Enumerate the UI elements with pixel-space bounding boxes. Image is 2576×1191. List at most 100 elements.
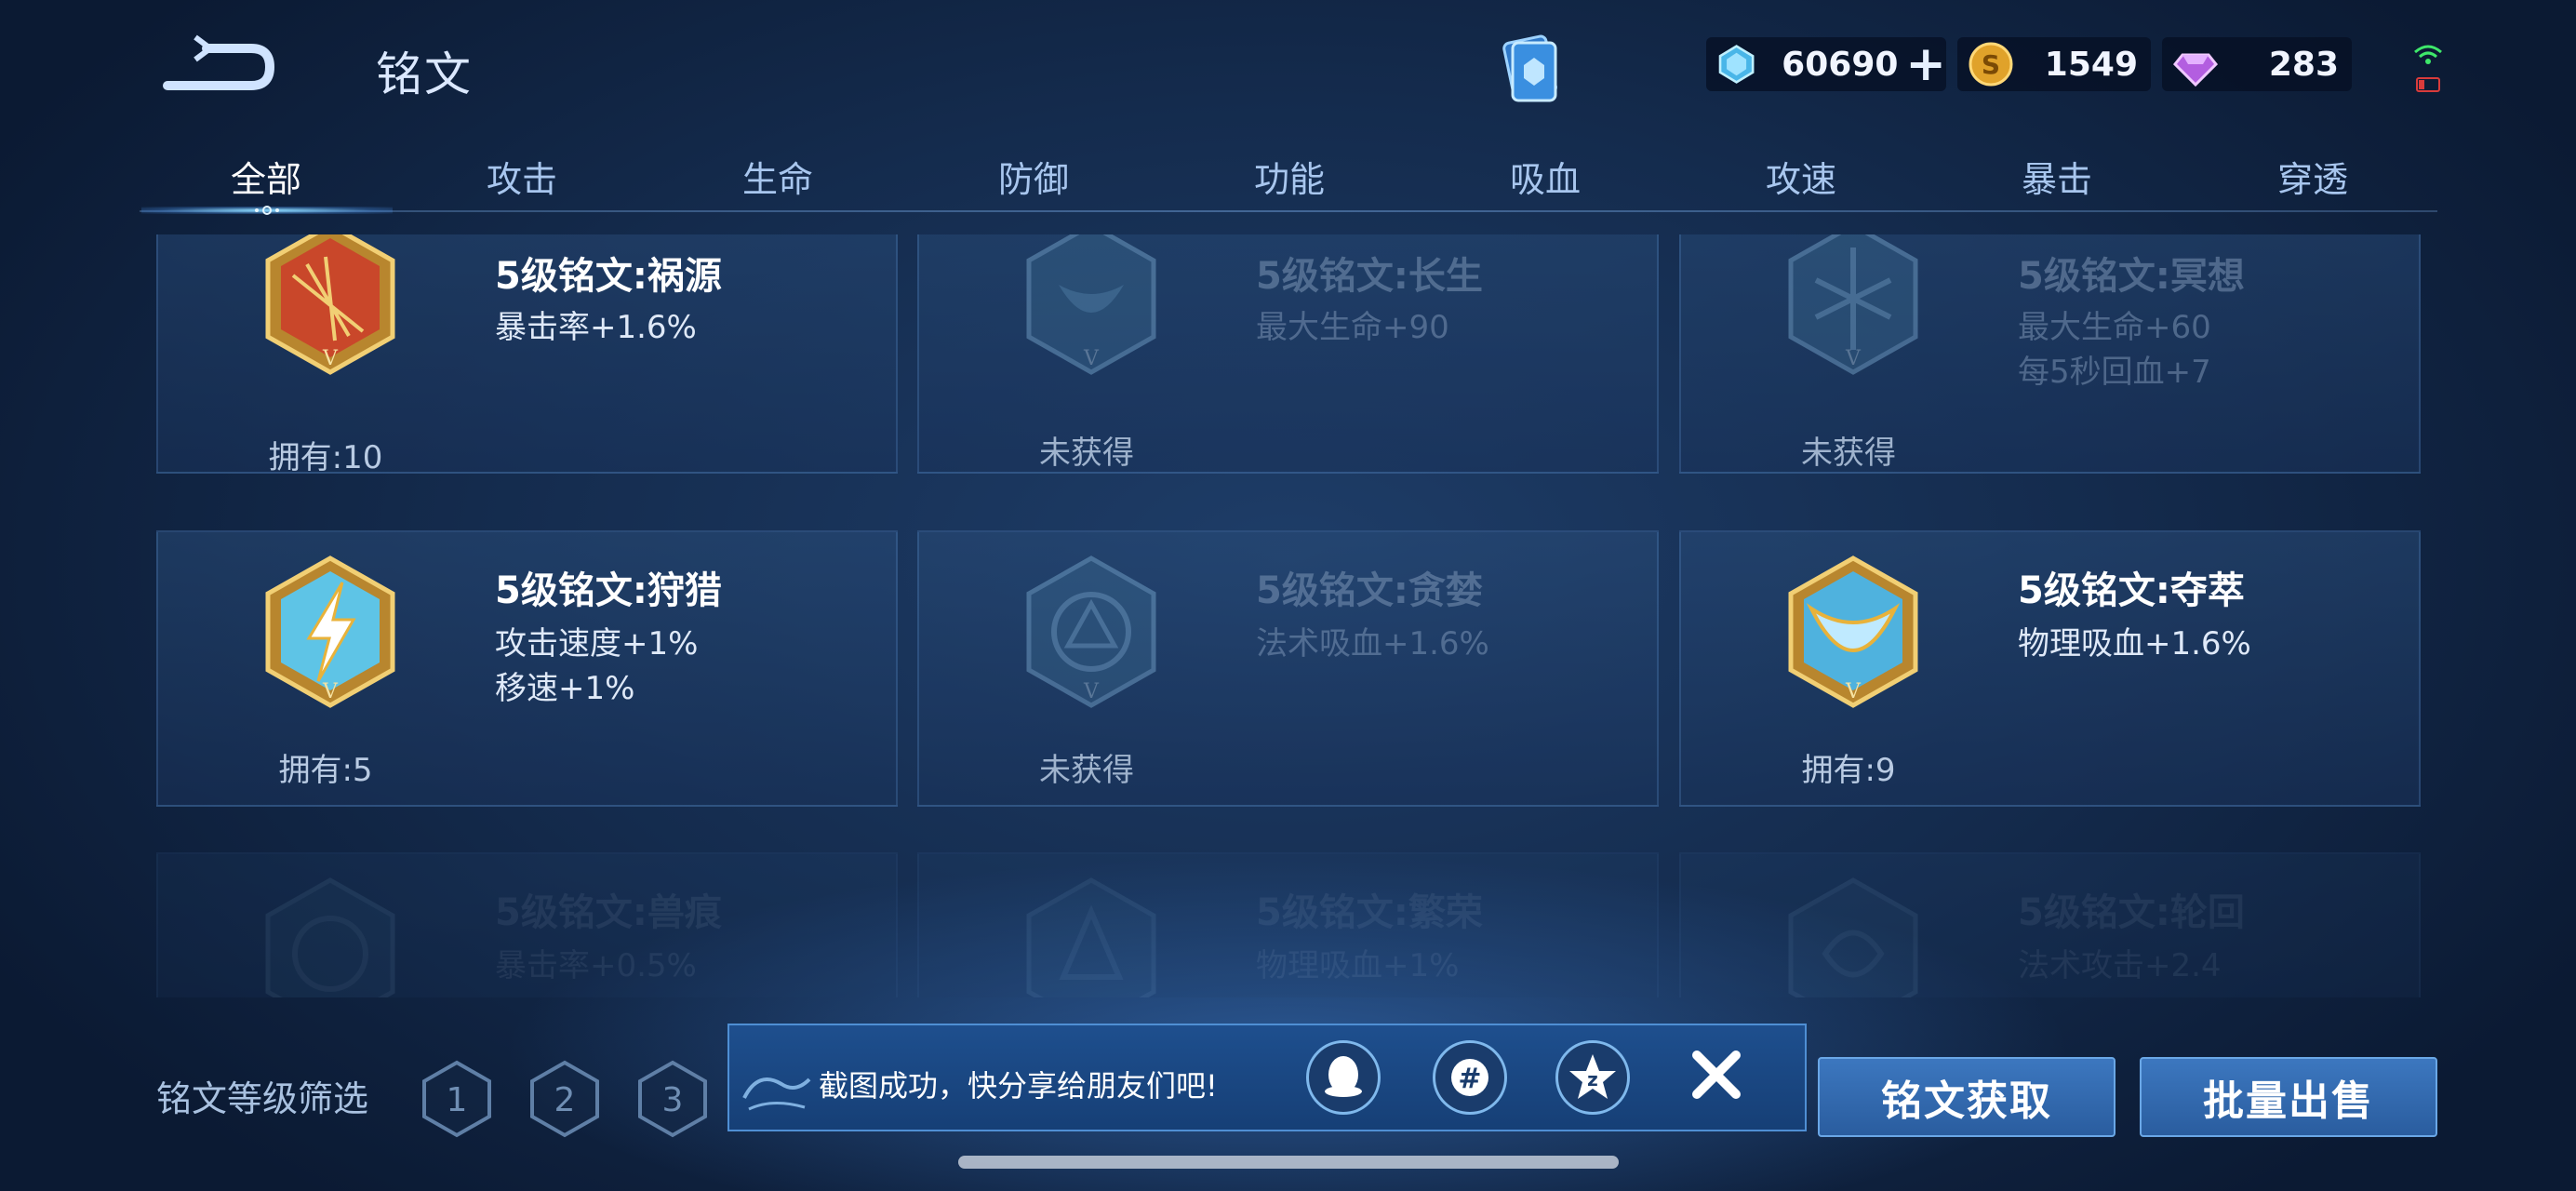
rune-name: 5级铭文:繁荣 — [1256, 891, 1483, 934]
back-arrow-icon — [163, 34, 275, 90]
svg-text:S: S — [1982, 49, 2000, 80]
tab-defense[interactable]: 防御 — [998, 151, 1069, 202]
active-tab-dots — [255, 206, 279, 215]
tab-health[interactable]: 生命 — [742, 151, 813, 202]
rune-grid: V 5级铭文:祸源 暴击率+1.6% 拥有:10 V 5级铭文:长生 最大生命+… — [156, 234, 2421, 997]
locked-rune-icon — [265, 877, 395, 997]
rune-name: 5级铭文:长生 — [1256, 255, 1483, 298]
svg-text:V: V — [322, 680, 339, 703]
status-indicator — [2409, 37, 2447, 99]
rune-stat: 暴击率+0.5% — [495, 947, 697, 984]
toast-message: 截图成功，快分享给朋友们吧! — [819, 1068, 1218, 1104]
add-gem-button[interactable]: + — [1905, 40, 1946, 88]
diamond-amount: 283 — [2268, 45, 2339, 84]
level-filter-3[interactable]: 3 — [636, 1059, 709, 1139]
locked-rune-icon: V — [1788, 234, 1918, 375]
tab-penetration[interactable]: 穿透 — [2277, 151, 2348, 202]
close-icon — [1692, 1050, 1741, 1099]
rune-stat: 每5秒回血+7 — [2018, 354, 2211, 391]
rune-card[interactable]: V 5级铭文:贪婪 法术吸血+1.6% 未获得 — [917, 530, 1659, 807]
rune-name: 5级铭文:兽痕 — [495, 891, 722, 934]
rune-card[interactable]: V 5级铭文:长生 最大生命+90 未获得 — [917, 234, 1659, 474]
level-filter-1[interactable]: 1 — [420, 1059, 493, 1139]
rune-deck-icon[interactable] — [1488, 28, 1572, 112]
rune-stat: 暴击率+1.6% — [495, 309, 697, 346]
rune-stat: 法术吸血+1.6% — [1256, 625, 1489, 662]
svg-text:2: 2 — [554, 1081, 576, 1119]
rune-stat: 物理吸血+1% — [1256, 947, 1460, 984]
rune-stat: 最大生命+60 — [2018, 309, 2211, 346]
category-tabs: 全部 攻击 生命 防御 功能 吸血 攻速 暴击 穿透 — [140, 140, 2437, 214]
locked-rune-icon: V — [1026, 555, 1156, 708]
wechat-moments-icon: # — [1451, 1059, 1488, 1096]
rune-card[interactable]: 5级铭文:繁荣 物理吸血+1% — [917, 852, 1659, 997]
rune-name: 5级铭文:狩猎 — [495, 569, 722, 612]
locked-rune-icon — [1026, 877, 1156, 997]
rune-stat: 最大生命+90 — [1256, 309, 1449, 346]
purple-diamond-icon — [2172, 53, 2219, 87]
coin-amount: 1549 — [2044, 45, 2138, 84]
coin-currency: S 1549 — [1957, 37, 2151, 91]
rune-acquire-button[interactable]: 铭文获取 — [1818, 1057, 2116, 1137]
svg-text:1: 1 — [447, 1081, 468, 1119]
rune-name: 5级铭文:祸源 — [495, 255, 722, 298]
svg-text:V: V — [1083, 347, 1100, 370]
tab-critical[interactable]: 暴击 — [2022, 151, 2092, 202]
close-toast-button[interactable] — [1684, 1042, 1749, 1107]
rune-card[interactable]: V 5级铭文:狩猎 攻击速度+1% 移速+1% 拥有:5 — [156, 530, 898, 807]
rune-card[interactable]: V 5级铭文:夺萃 物理吸血+1.6% 拥有:9 — [1679, 530, 2421, 807]
rune-stat: 攻击速度+1% — [495, 625, 699, 662]
home-indicator[interactable] — [958, 1156, 1619, 1169]
back-button[interactable] — [158, 28, 279, 102]
not-owned-label: 未获得 — [1801, 435, 1896, 472]
share-moments-button[interactable]: # — [1433, 1040, 1507, 1115]
gem-amount: 60690 — [1782, 45, 1899, 84]
share-qq-button[interactable] — [1306, 1040, 1381, 1115]
rune-stat: 物理吸血+1.6% — [2018, 625, 2251, 662]
share-qzone-button[interactable]: z — [1555, 1040, 1630, 1115]
tab-all[interactable]: 全部 — [231, 151, 301, 202]
svg-text:#: # — [1458, 1063, 1481, 1095]
svg-text:3: 3 — [662, 1081, 684, 1119]
rune-name: 5级铭文:夺萃 — [2018, 569, 2245, 612]
tab-attack[interactable]: 攻击 — [487, 151, 557, 202]
svg-text:z: z — [1587, 1068, 1598, 1091]
owned-count: 拥有:5 — [278, 752, 373, 789]
wifi-icon — [2414, 45, 2442, 92]
svg-text:V: V — [322, 347, 339, 370]
blue-rune-icon: V — [1788, 555, 1918, 708]
tab-attack-speed[interactable]: 攻速 — [1766, 151, 1836, 202]
rune-stat: 法术攻击+2.4 — [2018, 947, 2222, 984]
locked-rune-icon — [1788, 877, 1918, 997]
qq-icon — [1325, 1056, 1362, 1097]
tab-divider — [140, 210, 2437, 212]
crystal-icon — [1718, 45, 1755, 84]
tab-lifesteal[interactable]: 吸血 — [1510, 151, 1581, 202]
locked-rune-icon: V — [1026, 234, 1156, 375]
rune-card[interactable]: 5级铭文:轮回 法术攻击+2.4 — [1679, 852, 2421, 997]
gold-coin-icon: S — [1969, 42, 2013, 87]
red-rune-icon: V — [265, 234, 395, 375]
rune-name: 5级铭文:冥想 — [2018, 255, 2245, 298]
svg-text:V: V — [1845, 347, 1862, 370]
svg-text:V: V — [1845, 680, 1862, 703]
cloud-swirl-icon — [742, 1077, 811, 1111]
lightning-rune-icon: V — [265, 555, 395, 708]
gem-currency: 60690 + — [1706, 37, 1946, 91]
diamond-currency: 283 — [2162, 37, 2352, 91]
not-owned-label: 未获得 — [1039, 435, 1134, 472]
tab-utility[interactable]: 功能 — [1254, 151, 1325, 202]
qzone-icon: z — [1569, 1054, 1616, 1099]
rune-card[interactable]: V 5级铭文:冥想 最大生命+60 每5秒回血+7 未获得 — [1679, 234, 2421, 474]
rune-stat: 移速+1% — [495, 670, 635, 707]
not-owned-label: 未获得 — [1039, 752, 1134, 789]
owned-count: 拥有:9 — [1801, 752, 1896, 789]
rune-card[interactable]: 5级铭文:兽痕 暴击率+0.5% — [156, 852, 898, 997]
level-filter-label: 铭文等级筛选 — [156, 1078, 369, 1119]
level-filter-2[interactable]: 2 — [528, 1059, 601, 1139]
bulk-sell-button[interactable]: 批量出售 — [2140, 1057, 2437, 1137]
owned-count: 拥有:10 — [268, 439, 383, 476]
svg-text:V: V — [1083, 680, 1100, 703]
rune-card[interactable]: V 5级铭文:祸源 暴击率+1.6% 拥有:10 — [156, 234, 898, 476]
rune-name: 5级铭文:贪婪 — [1256, 569, 1483, 612]
